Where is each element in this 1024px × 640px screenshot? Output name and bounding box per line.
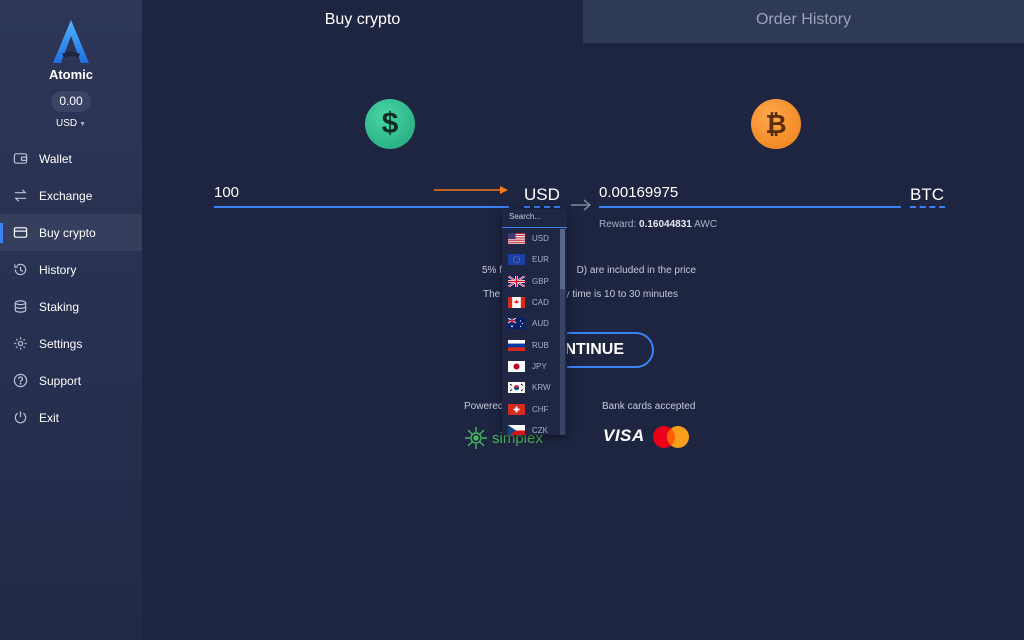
currency-option-label: AUD (532, 319, 549, 329)
japan-flag-icon (508, 360, 525, 372)
currency-option-aud[interactable]: AUD (502, 313, 567, 334)
bank-cards-label: Bank cards accepted (602, 401, 696, 412)
sidebar-item-label: Settings (39, 336, 83, 351)
us-flag-icon (508, 233, 525, 245)
currency-option-gbp[interactable]: GBP (502, 271, 567, 292)
help-icon (13, 373, 28, 388)
fee-text-end: D) are included in the price (576, 265, 697, 276)
russia-flag-icon (508, 339, 525, 351)
canada-flag-icon (508, 297, 525, 309)
tab-buy-crypto[interactable]: Buy crypto (142, 0, 583, 43)
dropdown-scrollbar[interactable] (560, 229, 565, 435)
sidebar-item-label: Staking (39, 299, 80, 314)
reward-unit: AWC (694, 219, 718, 230)
simplex-icon (465, 427, 487, 449)
history-icon (14, 263, 27, 276)
sidebar-item-label: Exit (39, 410, 60, 425)
to-amount-value: 0.00169975 (599, 184, 679, 201)
sidebar-item-label: Wallet (39, 151, 72, 166)
currency-option-label: CHF (532, 404, 549, 414)
currency-option-label: USD (532, 234, 549, 244)
reward-prefix: Reward: (599, 219, 637, 230)
usd-coin-icon: $ (365, 99, 415, 149)
from-amount-underline (214, 206, 509, 208)
sidebar-item-label: Buy crypto (39, 225, 96, 240)
to-amount-underline (599, 206, 901, 208)
switzerland-flag-icon (508, 403, 525, 415)
currency-option-czk[interactable]: CZK (502, 420, 567, 435)
sidebar-nav: Wallet Exchange Buy crypto History Staki… (0, 140, 142, 436)
sidebar-item-label: History (39, 262, 77, 277)
tab-order-history[interactable]: Order History (583, 0, 1024, 43)
reward-value: 0.16044831 (639, 219, 692, 230)
card-icon (13, 227, 28, 238)
staking-icon (14, 300, 27, 313)
powered-by-label: Powered (464, 401, 504, 412)
currency-dropdown: Search... USD EUR GBP CAD AUD RUB JPY KR… (502, 209, 567, 435)
time-text-end: ry time is 10 to 30 minutes (561, 289, 678, 300)
sidebar-item-history[interactable]: History (0, 251, 142, 288)
sidebar-item-support[interactable]: Support (0, 362, 142, 399)
reward-info: Reward: 0.16044831 AWC (599, 219, 717, 230)
sidebar-item-staking[interactable]: Staking (0, 288, 142, 325)
sidebar-item-exchange[interactable]: Exchange (0, 177, 142, 214)
visa-logo: VISA (603, 426, 645, 445)
annotation-arrow-icon (434, 186, 508, 194)
tab-bar: Buy crypto Order History (142, 0, 1024, 43)
uk-flag-icon (508, 275, 525, 287)
currency-option-rub[interactable]: RUB (502, 334, 567, 355)
currency-option-cad[interactable]: CAD (502, 292, 567, 313)
mastercard-logo-icon (653, 426, 689, 448)
czech-flag-icon (508, 424, 525, 435)
exchange-icon (14, 189, 27, 202)
from-currency-underline (524, 206, 560, 208)
currency-option-label: CZK (532, 425, 548, 435)
sidebar: Atomic 0.00 USD ▼ Wallet Exchange Buy cry… (0, 0, 142, 640)
korea-flag-icon (508, 382, 525, 394)
dollar-symbol: $ (381, 107, 399, 140)
wallet-icon (13, 153, 28, 164)
sidebar-item-exit[interactable]: Exit (0, 399, 142, 436)
currency-option-label: GBP (532, 276, 549, 286)
sidebar-item-label: Exchange (39, 188, 93, 203)
to-currency-underline (910, 206, 945, 208)
currency-selector[interactable]: USD ▼ (0, 118, 142, 129)
currency-option-eur[interactable]: EUR (502, 249, 567, 270)
main-panel: Buy crypto Order History $ ₿ 100 USD 0.0… (142, 0, 1024, 640)
btc-coin-icon: ₿ (751, 99, 801, 149)
sidebar-item-wallet[interactable]: Wallet (0, 140, 142, 177)
atomic-logo-icon (53, 20, 89, 63)
currency-label: USD (55, 118, 78, 129)
sidebar-item-settings[interactable]: Settings (0, 325, 142, 362)
currency-option-label: RUB (532, 340, 549, 350)
scrollbar-thumb[interactable] (560, 229, 565, 289)
currency-option-krw[interactable]: KRW (502, 377, 567, 398)
balance: 0.00 (51, 91, 91, 112)
eu-flag-icon (508, 254, 525, 266)
australia-flag-icon (508, 318, 525, 330)
arrow-right-icon (571, 199, 592, 211)
currency-option-label: KRW (532, 383, 551, 393)
currency-option-jpy[interactable]: JPY (502, 356, 567, 377)
currency-search-input[interactable]: Search... (502, 209, 567, 228)
app-name: Atomic (48, 67, 94, 82)
bitcoin-symbol: ₿ (765, 109, 787, 139)
chevron-down-icon: ▼ (79, 121, 87, 128)
from-currency-selector[interactable]: USD (524, 185, 560, 205)
time-text-start: The (483, 289, 501, 300)
currency-option-label: EUR (532, 255, 549, 265)
currency-option-label: JPY (532, 361, 547, 371)
currency-option-label: CAD (532, 298, 549, 308)
to-currency-selector[interactable]: BTC (910, 185, 944, 205)
currency-option-chf[interactable]: CHF (502, 398, 567, 419)
power-icon (14, 411, 27, 424)
gear-icon (14, 337, 27, 350)
sidebar-item-label: Support (39, 373, 82, 388)
from-amount-input[interactable]: 100 (214, 184, 239, 201)
currency-option-usd[interactable]: USD (502, 228, 567, 249)
sidebar-item-buy-crypto[interactable]: Buy crypto (0, 214, 142, 251)
